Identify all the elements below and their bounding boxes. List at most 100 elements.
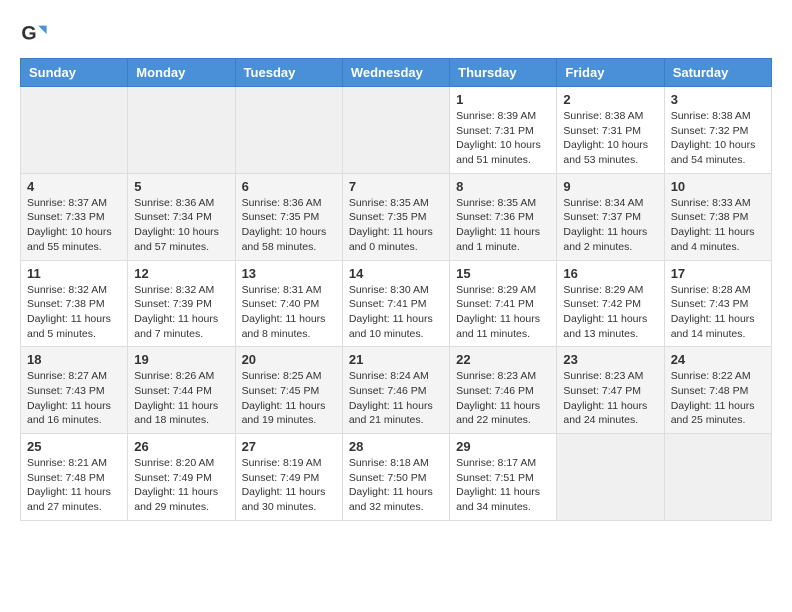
day-number: 18	[27, 352, 121, 367]
day-number: 28	[349, 439, 443, 454]
day-info: Sunrise: 8:30 AM Sunset: 7:41 PM Dayligh…	[349, 283, 443, 342]
calendar-cell: 5 Sunrise: 8:36 AM Sunset: 7:34 PM Daylig…	[128, 173, 235, 260]
weekday-header: Friday	[557, 59, 664, 87]
day-info: Sunrise: 8:36 AM Sunset: 7:35 PM Dayligh…	[242, 196, 336, 255]
day-info: Sunrise: 8:22 AM Sunset: 7:48 PM Dayligh…	[671, 369, 765, 428]
calendar-cell	[235, 87, 342, 174]
day-info: Sunrise: 8:17 AM Sunset: 7:51 PM Dayligh…	[456, 456, 550, 515]
day-number: 19	[134, 352, 228, 367]
weekday-header: Thursday	[450, 59, 557, 87]
weekday-header-row: SundayMondayTuesdayWednesdayThursdayFrid…	[21, 59, 772, 87]
calendar-cell: 25 Sunrise: 8:21 AM Sunset: 7:48 PM Dayli…	[21, 434, 128, 521]
calendar-cell: 27 Sunrise: 8:19 AM Sunset: 7:49 PM Dayli…	[235, 434, 342, 521]
day-number: 3	[671, 92, 765, 107]
day-number: 25	[27, 439, 121, 454]
calendar-cell	[664, 434, 771, 521]
day-number: 14	[349, 266, 443, 281]
day-info: Sunrise: 8:28 AM Sunset: 7:43 PM Dayligh…	[671, 283, 765, 342]
page-header: G	[20, 20, 772, 48]
day-info: Sunrise: 8:25 AM Sunset: 7:45 PM Dayligh…	[242, 369, 336, 428]
logo: G	[20, 20, 54, 48]
day-number: 1	[456, 92, 550, 107]
calendar-cell	[342, 87, 449, 174]
calendar-cell: 8 Sunrise: 8:35 AM Sunset: 7:36 PM Daylig…	[450, 173, 557, 260]
day-info: Sunrise: 8:26 AM Sunset: 7:44 PM Dayligh…	[134, 369, 228, 428]
calendar-cell: 13 Sunrise: 8:31 AM Sunset: 7:40 PM Dayli…	[235, 260, 342, 347]
day-number: 29	[456, 439, 550, 454]
day-number: 22	[456, 352, 550, 367]
day-number: 15	[456, 266, 550, 281]
day-info: Sunrise: 8:20 AM Sunset: 7:49 PM Dayligh…	[134, 456, 228, 515]
day-number: 16	[563, 266, 657, 281]
day-number: 21	[349, 352, 443, 367]
calendar-cell: 28 Sunrise: 8:18 AM Sunset: 7:50 PM Dayli…	[342, 434, 449, 521]
calendar-cell: 3 Sunrise: 8:38 AM Sunset: 7:32 PM Daylig…	[664, 87, 771, 174]
calendar-cell: 24 Sunrise: 8:22 AM Sunset: 7:48 PM Dayli…	[664, 347, 771, 434]
calendar-cell: 7Sunrise: 8:35 AM Sunset: 7:35 PM Daylig…	[342, 173, 449, 260]
calendar-cell: 16Sunrise: 8:29 AM Sunset: 7:42 PM Dayli…	[557, 260, 664, 347]
logo-icon: G	[20, 20, 48, 48]
day-info: Sunrise: 8:19 AM Sunset: 7:49 PM Dayligh…	[242, 456, 336, 515]
calendar-cell	[128, 87, 235, 174]
calendar-cell: 21Sunrise: 8:24 AM Sunset: 7:46 PM Dayli…	[342, 347, 449, 434]
calendar-cell: 19 Sunrise: 8:26 AM Sunset: 7:44 PM Dayli…	[128, 347, 235, 434]
weekday-header: Monday	[128, 59, 235, 87]
day-number: 7	[349, 179, 443, 194]
svg-text:G: G	[21, 23, 36, 45]
calendar-cell: 11 Sunrise: 8:32 AM Sunset: 7:38 PM Dayli…	[21, 260, 128, 347]
day-number: 20	[242, 352, 336, 367]
day-info: Sunrise: 8:31 AM Sunset: 7:40 PM Dayligh…	[242, 283, 336, 342]
day-number: 4	[27, 179, 121, 194]
day-info: Sunrise: 8:18 AM Sunset: 7:50 PM Dayligh…	[349, 456, 443, 515]
calendar-cell: 12 Sunrise: 8:32 AM Sunset: 7:39 PM Dayli…	[128, 260, 235, 347]
calendar-cell: 26 Sunrise: 8:20 AM Sunset: 7:49 PM Dayli…	[128, 434, 235, 521]
day-number: 8	[456, 179, 550, 194]
day-number: 23	[563, 352, 657, 367]
calendar-cell: 1 Sunrise: 8:39 AM Sunset: 7:31 PM Daylig…	[450, 87, 557, 174]
day-info: Sunrise: 8:23 AM Sunset: 7:47 PM Dayligh…	[563, 369, 657, 428]
day-info: Sunrise: 8:27 AM Sunset: 7:43 PM Dayligh…	[27, 369, 121, 428]
day-number: 12	[134, 266, 228, 281]
day-info: Sunrise: 8:21 AM Sunset: 7:48 PM Dayligh…	[27, 456, 121, 515]
day-number: 9	[563, 179, 657, 194]
weekday-header: Wednesday	[342, 59, 449, 87]
calendar-cell: 6 Sunrise: 8:36 AM Sunset: 7:35 PM Daylig…	[235, 173, 342, 260]
day-number: 6	[242, 179, 336, 194]
calendar-cell: 18 Sunrise: 8:27 AM Sunset: 7:43 PM Dayli…	[21, 347, 128, 434]
calendar-cell: 22 Sunrise: 8:23 AM Sunset: 7:46 PM Dayli…	[450, 347, 557, 434]
day-info: Sunrise: 8:33 AM Sunset: 7:38 PM Dayligh…	[671, 196, 765, 255]
weekday-header: Sunday	[21, 59, 128, 87]
day-info: Sunrise: 8:35 AM Sunset: 7:36 PM Dayligh…	[456, 196, 550, 255]
day-info: Sunrise: 8:38 AM Sunset: 7:32 PM Dayligh…	[671, 109, 765, 168]
day-info: Sunrise: 8:32 AM Sunset: 7:38 PM Dayligh…	[27, 283, 121, 342]
calendar-cell	[557, 434, 664, 521]
day-info: Sunrise: 8:29 AM Sunset: 7:41 PM Dayligh…	[456, 283, 550, 342]
day-number: 27	[242, 439, 336, 454]
calendar-cell: 4 Sunrise: 8:37 AM Sunset: 7:33 PM Daylig…	[21, 173, 128, 260]
day-info: Sunrise: 8:39 AM Sunset: 7:31 PM Dayligh…	[456, 109, 550, 168]
day-info: Sunrise: 8:23 AM Sunset: 7:46 PM Dayligh…	[456, 369, 550, 428]
day-number: 13	[242, 266, 336, 281]
day-info: Sunrise: 8:32 AM Sunset: 7:39 PM Dayligh…	[134, 283, 228, 342]
day-number: 2	[563, 92, 657, 107]
day-number: 17	[671, 266, 765, 281]
calendar-cell: 10 Sunrise: 8:33 AM Sunset: 7:38 PM Dayli…	[664, 173, 771, 260]
calendar-cell: 9 Sunrise: 8:34 AM Sunset: 7:37 PM Daylig…	[557, 173, 664, 260]
day-number: 11	[27, 266, 121, 281]
calendar-week-row: 1 Sunrise: 8:39 AM Sunset: 7:31 PM Daylig…	[21, 87, 772, 174]
day-number: 26	[134, 439, 228, 454]
day-number: 10	[671, 179, 765, 194]
weekday-header: Saturday	[664, 59, 771, 87]
day-info: Sunrise: 8:37 AM Sunset: 7:33 PM Dayligh…	[27, 196, 121, 255]
calendar-table: SundayMondayTuesdayWednesdayThursdayFrid…	[20, 58, 772, 521]
day-info: Sunrise: 8:34 AM Sunset: 7:37 PM Dayligh…	[563, 196, 657, 255]
calendar-cell: 17 Sunrise: 8:28 AM Sunset: 7:43 PM Dayli…	[664, 260, 771, 347]
calendar-cell: 20 Sunrise: 8:25 AM Sunset: 7:45 PM Dayli…	[235, 347, 342, 434]
calendar-cell	[21, 87, 128, 174]
day-number: 5	[134, 179, 228, 194]
calendar-cell: 29 Sunrise: 8:17 AM Sunset: 7:51 PM Dayli…	[450, 434, 557, 521]
day-number: 24	[671, 352, 765, 367]
calendar-cell: 15 Sunrise: 8:29 AM Sunset: 7:41 PM Dayli…	[450, 260, 557, 347]
day-info: Sunrise: 8:36 AM Sunset: 7:34 PM Dayligh…	[134, 196, 228, 255]
calendar-week-row: 18 Sunrise: 8:27 AM Sunset: 7:43 PM Dayli…	[21, 347, 772, 434]
